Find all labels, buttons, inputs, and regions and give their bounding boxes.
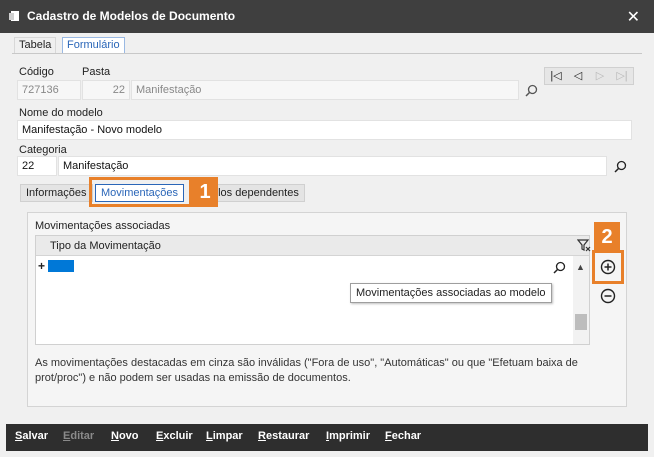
limpar-button[interactable]: Limpar bbox=[206, 430, 243, 442]
last-record-button[interactable]: ▷| bbox=[611, 68, 633, 84]
imprimir-button[interactable]: Imprimir bbox=[326, 430, 370, 442]
pasta-label: Pasta bbox=[82, 66, 111, 78]
callout-box-1 bbox=[89, 177, 192, 207]
column-header-tipo[interactable]: Tipo da Movimentação bbox=[36, 236, 589, 256]
selected-cell[interactable] bbox=[48, 260, 74, 272]
categoria-name-field[interactable]: Manifestação bbox=[58, 156, 607, 176]
pasta-number-field[interactable]: 22 bbox=[82, 80, 130, 100]
restaurar-button[interactable]: Restaurar bbox=[258, 430, 309, 442]
pasta-name-field[interactable]: Manifestação bbox=[131, 80, 519, 100]
first-record-button[interactable]: |◁ bbox=[545, 68, 567, 84]
tab-tabela[interactable]: Tabela bbox=[14, 37, 57, 54]
title-bar: Cadastro de Modelos de Documento ✕ bbox=[0, 0, 654, 33]
categoria-number-field[interactable]: 22 bbox=[17, 156, 57, 176]
tooltip: Movimentações associadas ao modelo bbox=[350, 283, 552, 303]
window-title: Cadastro de Modelos de Documento bbox=[27, 9, 236, 23]
scroll-up-icon[interactable]: ▲ bbox=[576, 262, 585, 272]
scroll-thumb[interactable] bbox=[575, 314, 587, 330]
subtab-modelos-dependentes[interactable]: elos dependentes bbox=[207, 184, 305, 202]
filter-icon[interactable] bbox=[576, 237, 592, 253]
callout-badge-2: 2 bbox=[594, 222, 620, 252]
callout-badge-1: 1 bbox=[192, 177, 218, 207]
invalid-movements-note: As movimentações destacadas em cinza são… bbox=[35, 357, 578, 384]
subtab-informacoes[interactable]: Informações bbox=[20, 184, 93, 202]
plus-circle-icon[interactable] bbox=[600, 259, 616, 275]
next-record-button[interactable]: ▷ bbox=[589, 68, 611, 84]
nome-field[interactable]: Manifestação - Novo modelo bbox=[17, 120, 632, 140]
editar-button[interactable]: Editar bbox=[63, 430, 94, 442]
search-icon[interactable] bbox=[612, 158, 628, 174]
new-row-marker: + bbox=[38, 259, 46, 273]
search-icon[interactable] bbox=[551, 259, 567, 275]
codigo-label: Código bbox=[19, 66, 54, 78]
fechar-button[interactable]: Fechar bbox=[385, 430, 421, 442]
novo-button[interactable]: Novo bbox=[111, 430, 139, 442]
movimentacoes-group-label: Movimentações associadas bbox=[35, 220, 171, 232]
salvar-button[interactable]: Salvar bbox=[15, 430, 48, 442]
app-icon bbox=[9, 11, 19, 21]
search-icon[interactable] bbox=[523, 82, 539, 98]
categoria-label: Categoria bbox=[19, 144, 67, 156]
grid-scrollbar[interactable]: ▲ bbox=[573, 256, 589, 344]
nome-label: Nome do modelo bbox=[19, 107, 103, 119]
close-icon[interactable]: ✕ bbox=[627, 7, 640, 27]
previous-record-button[interactable]: ◁ bbox=[567, 68, 589, 84]
record-navigator: |◁ ◁ ▷ ▷| bbox=[544, 67, 634, 85]
codigo-field[interactable]: 727136 bbox=[17, 80, 81, 100]
bottom-toolbar: Salvar Editar Novo Excluir Limpar Restau… bbox=[6, 424, 648, 451]
minus-circle-icon[interactable] bbox=[600, 288, 616, 304]
tab-formulario[interactable]: Formulário bbox=[62, 37, 125, 54]
excluir-button[interactable]: Excluir bbox=[156, 430, 193, 442]
